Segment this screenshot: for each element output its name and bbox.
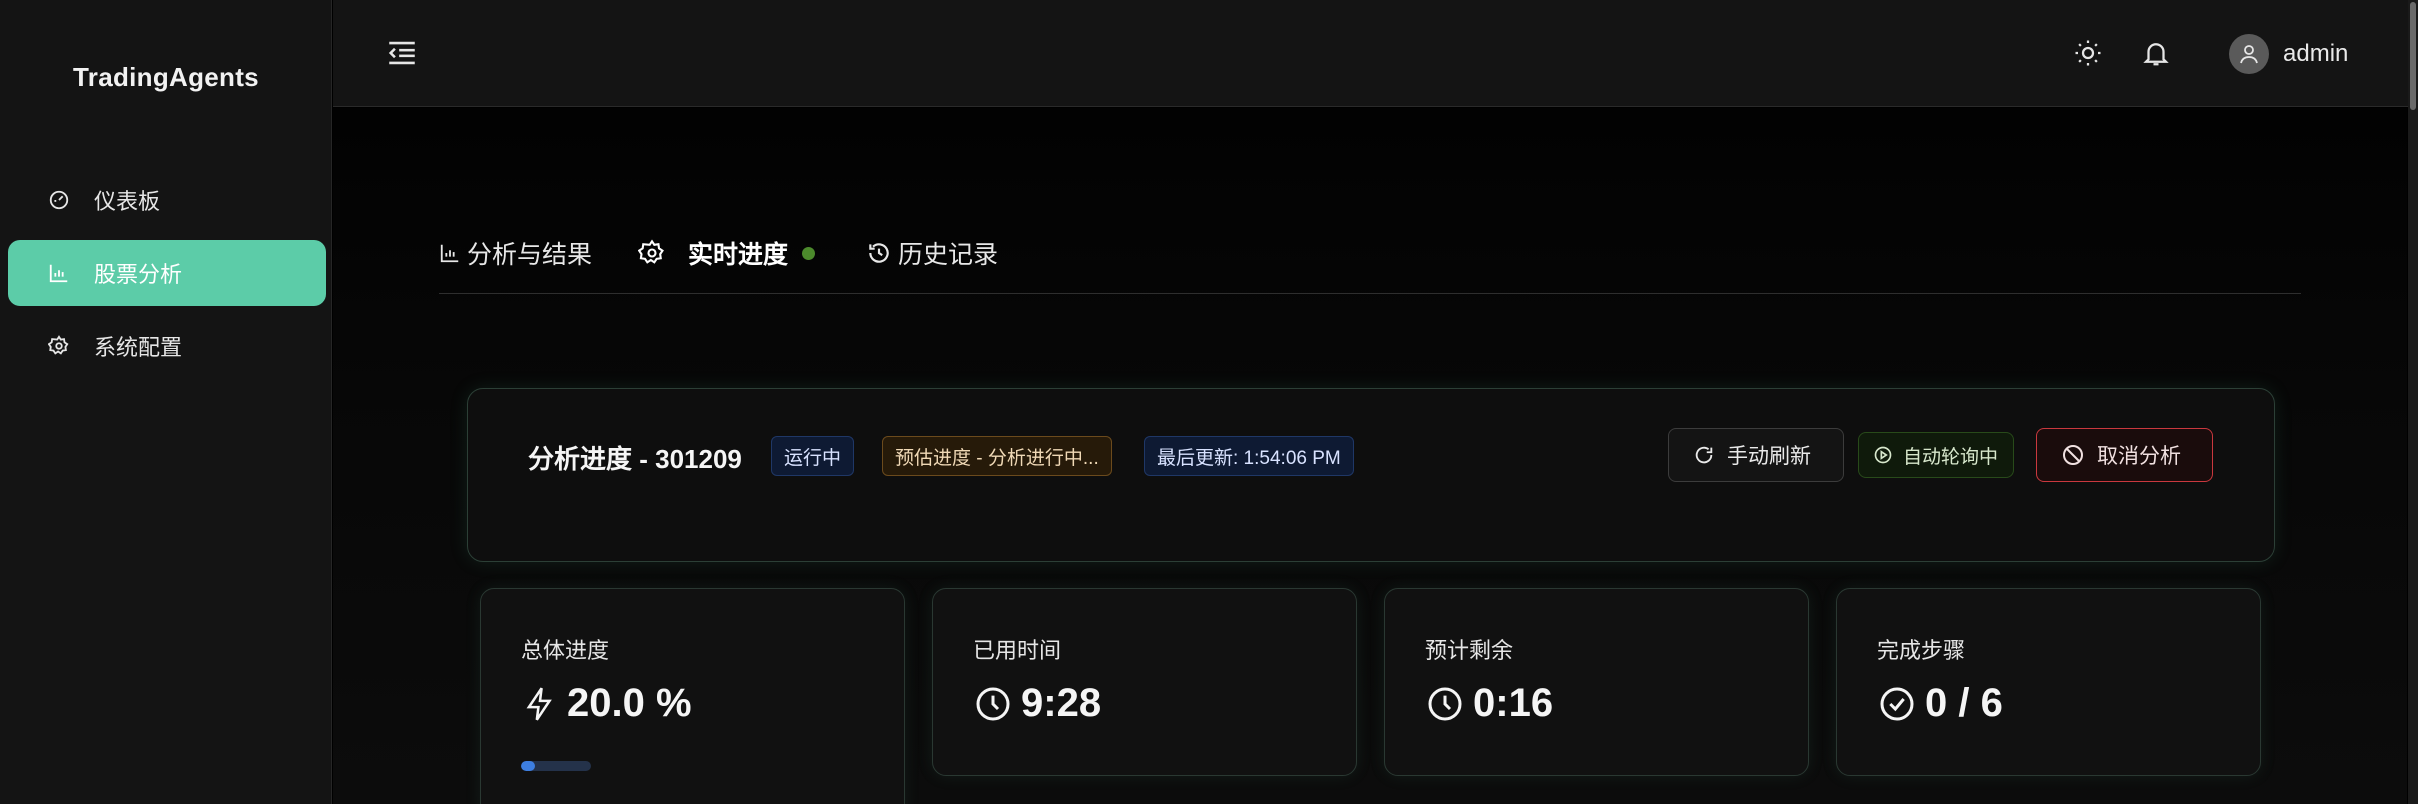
stat-value: 0 / 6 xyxy=(1877,681,2003,726)
scrollbar[interactable] xyxy=(2408,0,2418,804)
refresh-button[interactable]: 手动刷新 xyxy=(1668,428,1844,482)
brand-logo[interactable]: TradingAgents xyxy=(0,62,332,93)
tab-history[interactable]: 历史记录 xyxy=(866,228,998,278)
user-menu[interactable]: admin xyxy=(2229,33,2348,75)
user-icon xyxy=(2240,45,2258,64)
progress-fill xyxy=(521,761,535,771)
cancel-analysis-button[interactable]: 取消分析 xyxy=(2036,428,2213,482)
cancel-button-label: 取消分析 xyxy=(2097,445,2181,468)
tab-analysis-results[interactable]: 分析与结果 xyxy=(439,228,592,278)
status-dot xyxy=(802,246,816,260)
tab-label: 分析与结果 xyxy=(467,241,593,269)
sidebar-item-label: 系统配置 xyxy=(94,335,183,360)
history-icon xyxy=(866,240,892,266)
auto-poll-button[interactable]: 自动轮询中 xyxy=(1858,432,2014,478)
elapsed-time-value: 9:28 xyxy=(1021,681,1102,725)
refresh-button-label: 手动刷新 xyxy=(1727,445,1811,468)
overall-progress-value: 20.0 % xyxy=(567,681,692,725)
sidebar-item-dashboard[interactable]: 仪表板 xyxy=(8,167,326,233)
auto-poll-label: 自动轮询中 xyxy=(1903,446,1999,468)
page-title: 分析进度 - 301209 xyxy=(528,444,742,474)
dashboard-icon xyxy=(46,187,72,213)
stop-icon xyxy=(2061,443,2085,467)
sidebar-item-stock-analysis[interactable]: 股票分析 xyxy=(8,240,326,306)
play-circle-icon xyxy=(1873,445,1893,465)
stat-label: 完成步骤 xyxy=(1877,638,1966,663)
menu-fold-icon[interactable] xyxy=(385,36,419,70)
sidebar-item-label: 股票分析 xyxy=(94,262,183,287)
sidebar-item-system-config[interactable]: 系统配置 xyxy=(8,313,326,379)
estimate-badge: 预估进度 - 分析进行中... xyxy=(882,436,1112,476)
sun-icon[interactable] xyxy=(2073,38,2103,68)
bar-chart-icon xyxy=(439,242,461,264)
stat-card-overall: 总体进度 20.0 % xyxy=(480,588,905,804)
scrollbar-thumb[interactable] xyxy=(2410,2,2416,110)
check-circle-icon xyxy=(1877,684,1917,724)
lightning-icon xyxy=(521,685,559,723)
bell-icon[interactable] xyxy=(2141,38,2171,68)
last-updated-badge: 最后更新: 1:54:06 PM xyxy=(1144,436,1354,476)
bar-chart-icon xyxy=(46,260,72,286)
stat-label: 已用时间 xyxy=(973,638,1062,663)
clock-icon xyxy=(1425,684,1465,724)
status-badge: 运行中 xyxy=(771,436,855,476)
avatar xyxy=(2229,34,2269,74)
gear-icon xyxy=(638,239,666,267)
gear-icon xyxy=(46,333,72,359)
stat-card-remaining: 预计剩余 0:16 xyxy=(1384,588,1809,776)
stat-label: 预计剩余 xyxy=(1425,638,1514,663)
stat-label: 总体进度 xyxy=(521,638,610,663)
stat-value: 0:16 xyxy=(1425,681,1553,726)
sidebar: TradingAgents 仪表板 股票分析 系统配置 xyxy=(0,0,332,804)
tab-label: 实时进度 xyxy=(688,241,789,269)
stat-value: 9:28 xyxy=(973,681,1101,726)
completed-steps-value: 0 / 6 xyxy=(1925,681,2003,725)
stat-card-elapsed: 已用时间 9:28 xyxy=(932,588,1357,776)
stat-value: 20.0 % xyxy=(521,681,692,726)
tab-bar: 分析与结果 实时进度 历史记录 xyxy=(439,228,2301,294)
sidebar-item-label: 仪表板 xyxy=(94,189,161,214)
clock-icon xyxy=(973,684,1013,724)
refresh-icon xyxy=(1693,444,1715,466)
username: admin xyxy=(2283,40,2349,67)
top-header: admin xyxy=(333,0,2411,107)
tab-label: 历史记录 xyxy=(898,241,999,269)
remaining-time-value: 0:16 xyxy=(1473,681,1554,725)
stat-card-steps: 完成步骤 0 / 6 xyxy=(1836,588,2261,776)
progress-bar xyxy=(521,761,591,771)
progress-panel: 分析进度 - 301209 运行中 预估进度 - 分析进行中... 最后更新: … xyxy=(467,388,2275,562)
tab-realtime-progress[interactable]: 实时进度 xyxy=(638,228,816,278)
